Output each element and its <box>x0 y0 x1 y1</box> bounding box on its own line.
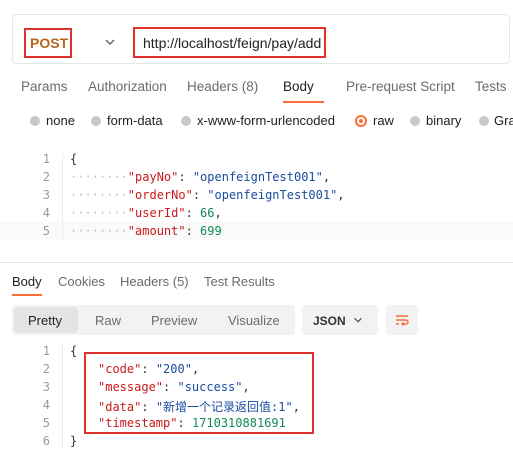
view-visualize-button[interactable]: Visualize <box>228 313 280 328</box>
tab-tests[interactable]: Tests <box>475 79 507 94</box>
line-number: 1 <box>42 344 50 358</box>
active-tab-indicator <box>283 101 324 103</box>
active-response-tab-indicator <box>12 294 42 296</box>
response-highlight-box <box>84 352 314 434</box>
method-label: POST <box>30 35 69 51</box>
radio-form-data-label: form-data <box>107 113 163 128</box>
response-tab-test-results[interactable]: Test Results <box>204 274 275 289</box>
view-pretty-button[interactable]: Pretty <box>28 313 62 328</box>
json-key: "orderNo" <box>127 188 193 202</box>
line-number: 2 <box>42 362 50 376</box>
tab-headers[interactable]: Headers (8) <box>187 79 258 94</box>
chevron-down-icon <box>354 317 362 323</box>
json-value: "openfeignTest001" <box>192 170 323 184</box>
response-tab-headers[interactable]: Headers (5) <box>120 274 189 289</box>
line-number: 2 <box>42 170 50 184</box>
code-open-brace: { <box>70 152 78 166</box>
radio-none-label: none <box>46 113 75 128</box>
code-line: ········"amount": 699 <box>70 224 222 238</box>
radio-graphql[interactable] <box>479 116 489 126</box>
line-number: 3 <box>42 380 50 394</box>
wrap-lines-icon <box>396 315 409 326</box>
tab-body-label: Body <box>283 79 314 94</box>
line-number: 4 <box>42 206 50 220</box>
radio-none[interactable] <box>30 116 40 126</box>
format-label: JSON <box>313 314 346 328</box>
gutter-divider <box>62 154 63 242</box>
json-value: 66 <box>200 206 215 220</box>
radio-raw-label: raw <box>373 113 394 128</box>
radio-form-data[interactable] <box>91 116 101 126</box>
json-key: "amount" <box>127 224 186 238</box>
json-value: "openfeignTest001" <box>207 188 338 202</box>
tab-body[interactable]: Body <box>283 79 324 164</box>
section-divider <box>0 262 513 263</box>
response-tab-body[interactable]: Body <box>12 274 42 289</box>
radio-raw[interactable] <box>355 115 367 127</box>
line-number: 3 <box>42 188 50 202</box>
response-close-brace: } <box>70 434 78 448</box>
response-open-brace: { <box>70 344 78 358</box>
line-number: 5 <box>42 416 50 430</box>
view-preview-button[interactable]: Preview <box>151 313 197 328</box>
radio-graphql-label: Gra <box>494 113 513 128</box>
response-gutter-divider <box>62 344 63 448</box>
line-number: 6 <box>42 434 50 448</box>
radio-binary[interactable] <box>410 116 420 126</box>
view-raw-button[interactable]: Raw <box>95 313 121 328</box>
radio-urlencoded-label: x-www-form-urlencoded <box>197 113 335 128</box>
json-value: 699 <box>200 224 222 238</box>
tab-authorization[interactable]: Authorization <box>88 79 167 94</box>
tab-pre-request-script[interactable]: Pre-request Script <box>346 79 455 94</box>
line-number: 1 <box>42 152 50 166</box>
radio-urlencoded[interactable] <box>181 116 191 126</box>
response-tab-cookies[interactable]: Cookies <box>58 274 105 289</box>
code-line: ········"payNo": "openfeignTest001", <box>70 170 331 184</box>
line-number: 5 <box>42 224 50 238</box>
line-number: 4 <box>42 398 50 412</box>
url-text: http://localhost/feign/pay/add <box>143 35 322 51</box>
code-line: ········"orderNo": "openfeignTest001", <box>70 188 345 202</box>
chevron-down-icon[interactable] <box>103 35 117 49</box>
json-key: "payNo" <box>127 170 179 184</box>
radio-binary-label: binary <box>426 113 462 128</box>
json-key: "userId" <box>127 206 186 220</box>
code-line: ········"userId": 66, <box>70 206 222 220</box>
tab-params[interactable]: Params <box>21 79 68 94</box>
